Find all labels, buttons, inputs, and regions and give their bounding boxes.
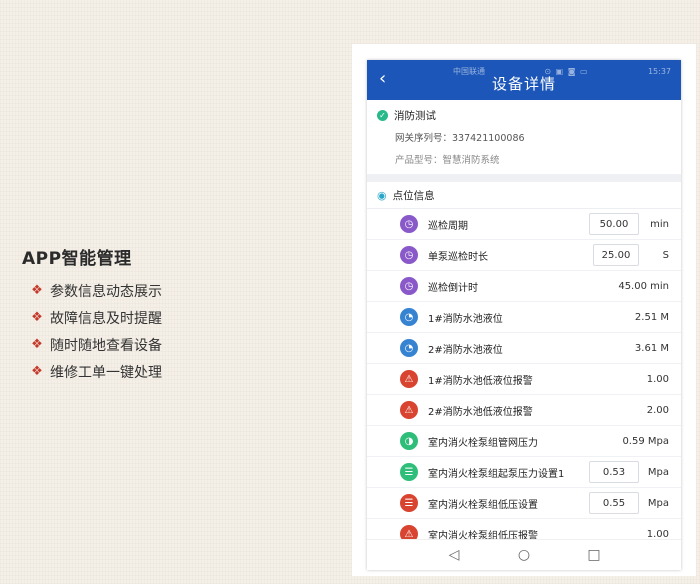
- settings-panel-icon: ☰: [400, 463, 418, 481]
- points-section-header: ◉ 点位信息: [367, 182, 681, 209]
- feature-text: 故障信息及时提醒: [50, 310, 162, 327]
- point-row[interactable]: ◷ 单泵巡检时长 S: [367, 240, 681, 271]
- android-nav-bar: ◁ ○ □: [367, 539, 681, 570]
- point-label: 室内消火栓泵组低压设置: [428, 499, 538, 511]
- feature-list: ❖ 参数信息动态展示 ❖ 故障信息及时提醒 ❖ 随时随地查看设备 ❖ 维修工单一键处理: [22, 277, 162, 385]
- point-label: 室内消火栓泵组起泵压力设置1: [428, 468, 565, 480]
- settings-panel-icon: ☰: [400, 494, 418, 512]
- section-divider: [367, 174, 681, 182]
- feature-text: 维修工单一键处理: [50, 364, 162, 381]
- inspection-cycle-input[interactable]: [589, 213, 639, 235]
- point-value: 1.00: [646, 528, 669, 540]
- point-unit: Mpa: [647, 466, 669, 478]
- point-value: 3.61 M: [634, 342, 669, 354]
- clock-icon: ◷: [400, 215, 418, 233]
- feature-item: ❖ 随时随地查看设备: [22, 331, 162, 358]
- nav-recent-icon[interactable]: □: [584, 547, 604, 563]
- alarm-icon: ⚠: [400, 401, 418, 419]
- nav-home-icon[interactable]: ○: [514, 547, 534, 563]
- feature-panel: APP智能管理 ❖ 参数信息动态展示 ❖ 故障信息及时提醒 ❖ 随时随地查看设备 ❖ 维…: [22, 244, 162, 385]
- water-gauge-icon: ◔: [400, 339, 418, 357]
- diamond-bullet-icon: ❖: [31, 337, 43, 352]
- point-row[interactable]: ◔ 1#消防水池液位 2.51 M: [367, 302, 681, 333]
- point-unit: S: [662, 249, 669, 261]
- device-info-card: ✓ 消防测试 网关序列号：337421100086 产品型号：智慧消防系统: [367, 100, 681, 174]
- point-row[interactable]: ⚠ 2#消防水池低液位报警 2.00: [367, 395, 681, 426]
- point-unit: min: [650, 218, 669, 230]
- point-row[interactable]: ◷ 巡检倒计时 45.00 min: [367, 271, 681, 302]
- feature-item: ❖ 故障信息及时提醒: [22, 304, 162, 331]
- feature-item: ❖ 参数信息动态展示: [22, 277, 162, 304]
- pump-duration-input[interactable]: [593, 244, 639, 266]
- point-value: 2.51 M: [634, 311, 669, 323]
- water-gauge-icon: ◔: [400, 308, 418, 326]
- point-value: 2.00: [646, 404, 669, 416]
- point-value: 1.00: [646, 373, 669, 385]
- feature-title: APP智能管理: [22, 249, 132, 269]
- location-pin-icon: ◉: [377, 188, 387, 202]
- feature-text: 参数信息动态展示: [50, 283, 162, 300]
- point-row[interactable]: ☰ 室内消火栓泵组起泵压力设置1 Mpa: [367, 457, 681, 488]
- page-title: 设备详情: [491, 75, 556, 93]
- point-value: 0.59 Mpa: [622, 435, 669, 447]
- point-row[interactable]: ◔ 2#消防水池液位 3.61 M: [367, 333, 681, 364]
- points-title: 点位信息: [392, 189, 435, 202]
- point-label: 2#消防水池低液位报警: [428, 406, 533, 418]
- point-label: 室内消火栓泵组管网压力: [428, 437, 538, 449]
- point-row[interactable]: ◑ 室内消火栓泵组管网压力 0.59 Mpa: [367, 426, 681, 457]
- pump-start-pressure-input[interactable]: [589, 461, 639, 483]
- phone-screen: 中国联通 ⊙ ▣ ◙ ▭ 15:37 ‹ 设备详情 ✓ 消防测试 网关序列号：3…: [367, 60, 681, 570]
- low-pressure-input[interactable]: [589, 492, 639, 514]
- point-row[interactable]: ☰ 室内消火栓泵组低压设置 Mpa: [367, 488, 681, 519]
- diamond-bullet-icon: ❖: [31, 283, 43, 298]
- product-model: 产品型号：智慧消防系统: [395, 155, 500, 166]
- feature-text: 随时随地查看设备: [50, 337, 162, 354]
- point-label: 巡检周期: [428, 220, 468, 232]
- device-name: 消防测试: [394, 110, 436, 122]
- point-row[interactable]: ⚠ 1#消防水池低液位报警 1.00: [367, 364, 681, 395]
- app-header: 中国联通 ⊙ ▣ ◙ ▭ 15:37 ‹ 设备详情: [367, 60, 681, 100]
- point-label: 单泵巡检时长: [428, 251, 488, 263]
- diamond-bullet-icon: ❖: [31, 364, 43, 379]
- check-icon: ✓: [377, 110, 388, 121]
- clock-icon: ◷: [400, 246, 418, 264]
- point-label: 1#消防水池低液位报警: [428, 375, 533, 387]
- point-label: 1#消防水池液位: [428, 313, 503, 325]
- point-label: 巡检倒计时: [428, 282, 478, 294]
- diamond-bullet-icon: ❖: [31, 310, 43, 325]
- pressure-gauge-icon: ◑: [400, 432, 418, 450]
- point-label: 2#消防水池液位: [428, 344, 503, 356]
- point-unit: Mpa: [647, 497, 669, 509]
- point-value: 45.00 min: [618, 280, 669, 292]
- feature-item: ❖ 维修工单一键处理: [22, 358, 162, 385]
- clock-icon: ◷: [400, 277, 418, 295]
- device-name-row: ✓ 消防测试: [377, 108, 669, 123]
- gateway-serial: 网关序列号：337421100086: [395, 133, 525, 144]
- nav-back-icon[interactable]: ◁: [444, 547, 464, 563]
- point-row[interactable]: ◷ 巡检周期 min: [367, 209, 681, 240]
- alarm-icon: ⚠: [400, 370, 418, 388]
